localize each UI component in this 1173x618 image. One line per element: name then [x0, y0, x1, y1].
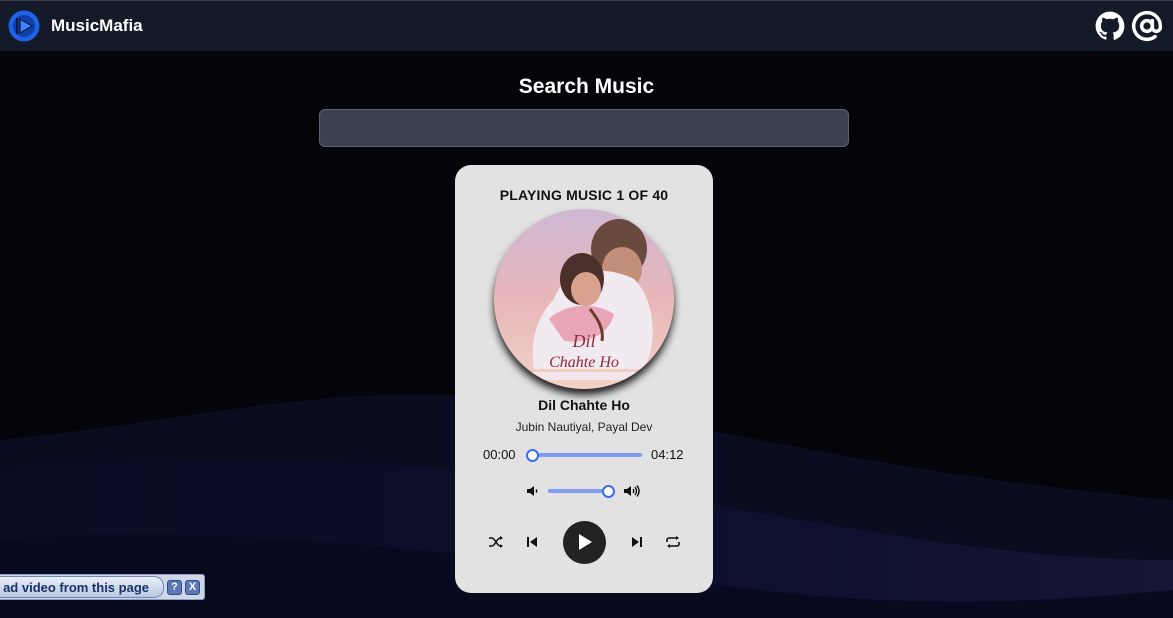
repeat-icon: [665, 536, 680, 548]
search-title: Search Music: [518, 75, 655, 98]
app-logo-icon: [8, 10, 40, 42]
play-icon: [579, 534, 592, 550]
github-icon[interactable]: [1095, 11, 1125, 41]
svg-text:Dil: Dil: [571, 331, 595, 351]
volume-knob[interactable]: [601, 484, 615, 498]
album-cover: Dil Chahte Ho: [494, 209, 674, 389]
search-input[interactable]: [319, 109, 849, 147]
volume-row: [525, 483, 643, 499]
brand[interactable]: MusicMafia: [8, 10, 143, 42]
shuffle-icon: [488, 536, 503, 548]
track-title: Dil Chahte Ho: [538, 397, 630, 413]
track-artist: Jubin Nautiyal, Payal Dev: [515, 420, 653, 434]
playback-controls: [455, 520, 713, 564]
next-icon: [631, 537, 642, 547]
close-button[interactable]: X: [185, 579, 200, 595]
volume-up-icon[interactable]: [622, 483, 642, 499]
next-button[interactable]: [619, 524, 655, 560]
music-player-card: PLAYING MUSIC 1 OF 40 Dil Chahte Ho Dil: [455, 165, 713, 593]
volume-slider[interactable]: [548, 484, 615, 498]
download-video-button[interactable]: ad video from this page: [0, 576, 164, 598]
top-navbar: MusicMafia: [0, 0, 1173, 51]
shuffle-button[interactable]: [478, 524, 514, 560]
now-playing-status: PLAYING MUSIC 1 OF 40: [499, 187, 669, 203]
play-button[interactable]: [562, 520, 606, 564]
previous-button[interactable]: [514, 524, 550, 560]
volume-down-icon[interactable]: [525, 483, 541, 499]
previous-icon: [526, 537, 537, 547]
at-sign-icon[interactable]: [1131, 10, 1163, 42]
duration: 04:12: [651, 447, 684, 462]
progress-slider[interactable]: [525, 448, 642, 462]
repeat-button[interactable]: [655, 524, 691, 560]
progress-knob[interactable]: [525, 448, 539, 462]
help-button[interactable]: ?: [167, 579, 182, 595]
header-icons: [1095, 10, 1163, 42]
current-time: 00:00: [483, 447, 516, 462]
app-name: MusicMafia: [51, 16, 143, 35]
download-video-bar: ad video from this page ? X: [0, 574, 205, 600]
svg-text:Chahte Ho: Chahte Ho: [549, 354, 619, 371]
